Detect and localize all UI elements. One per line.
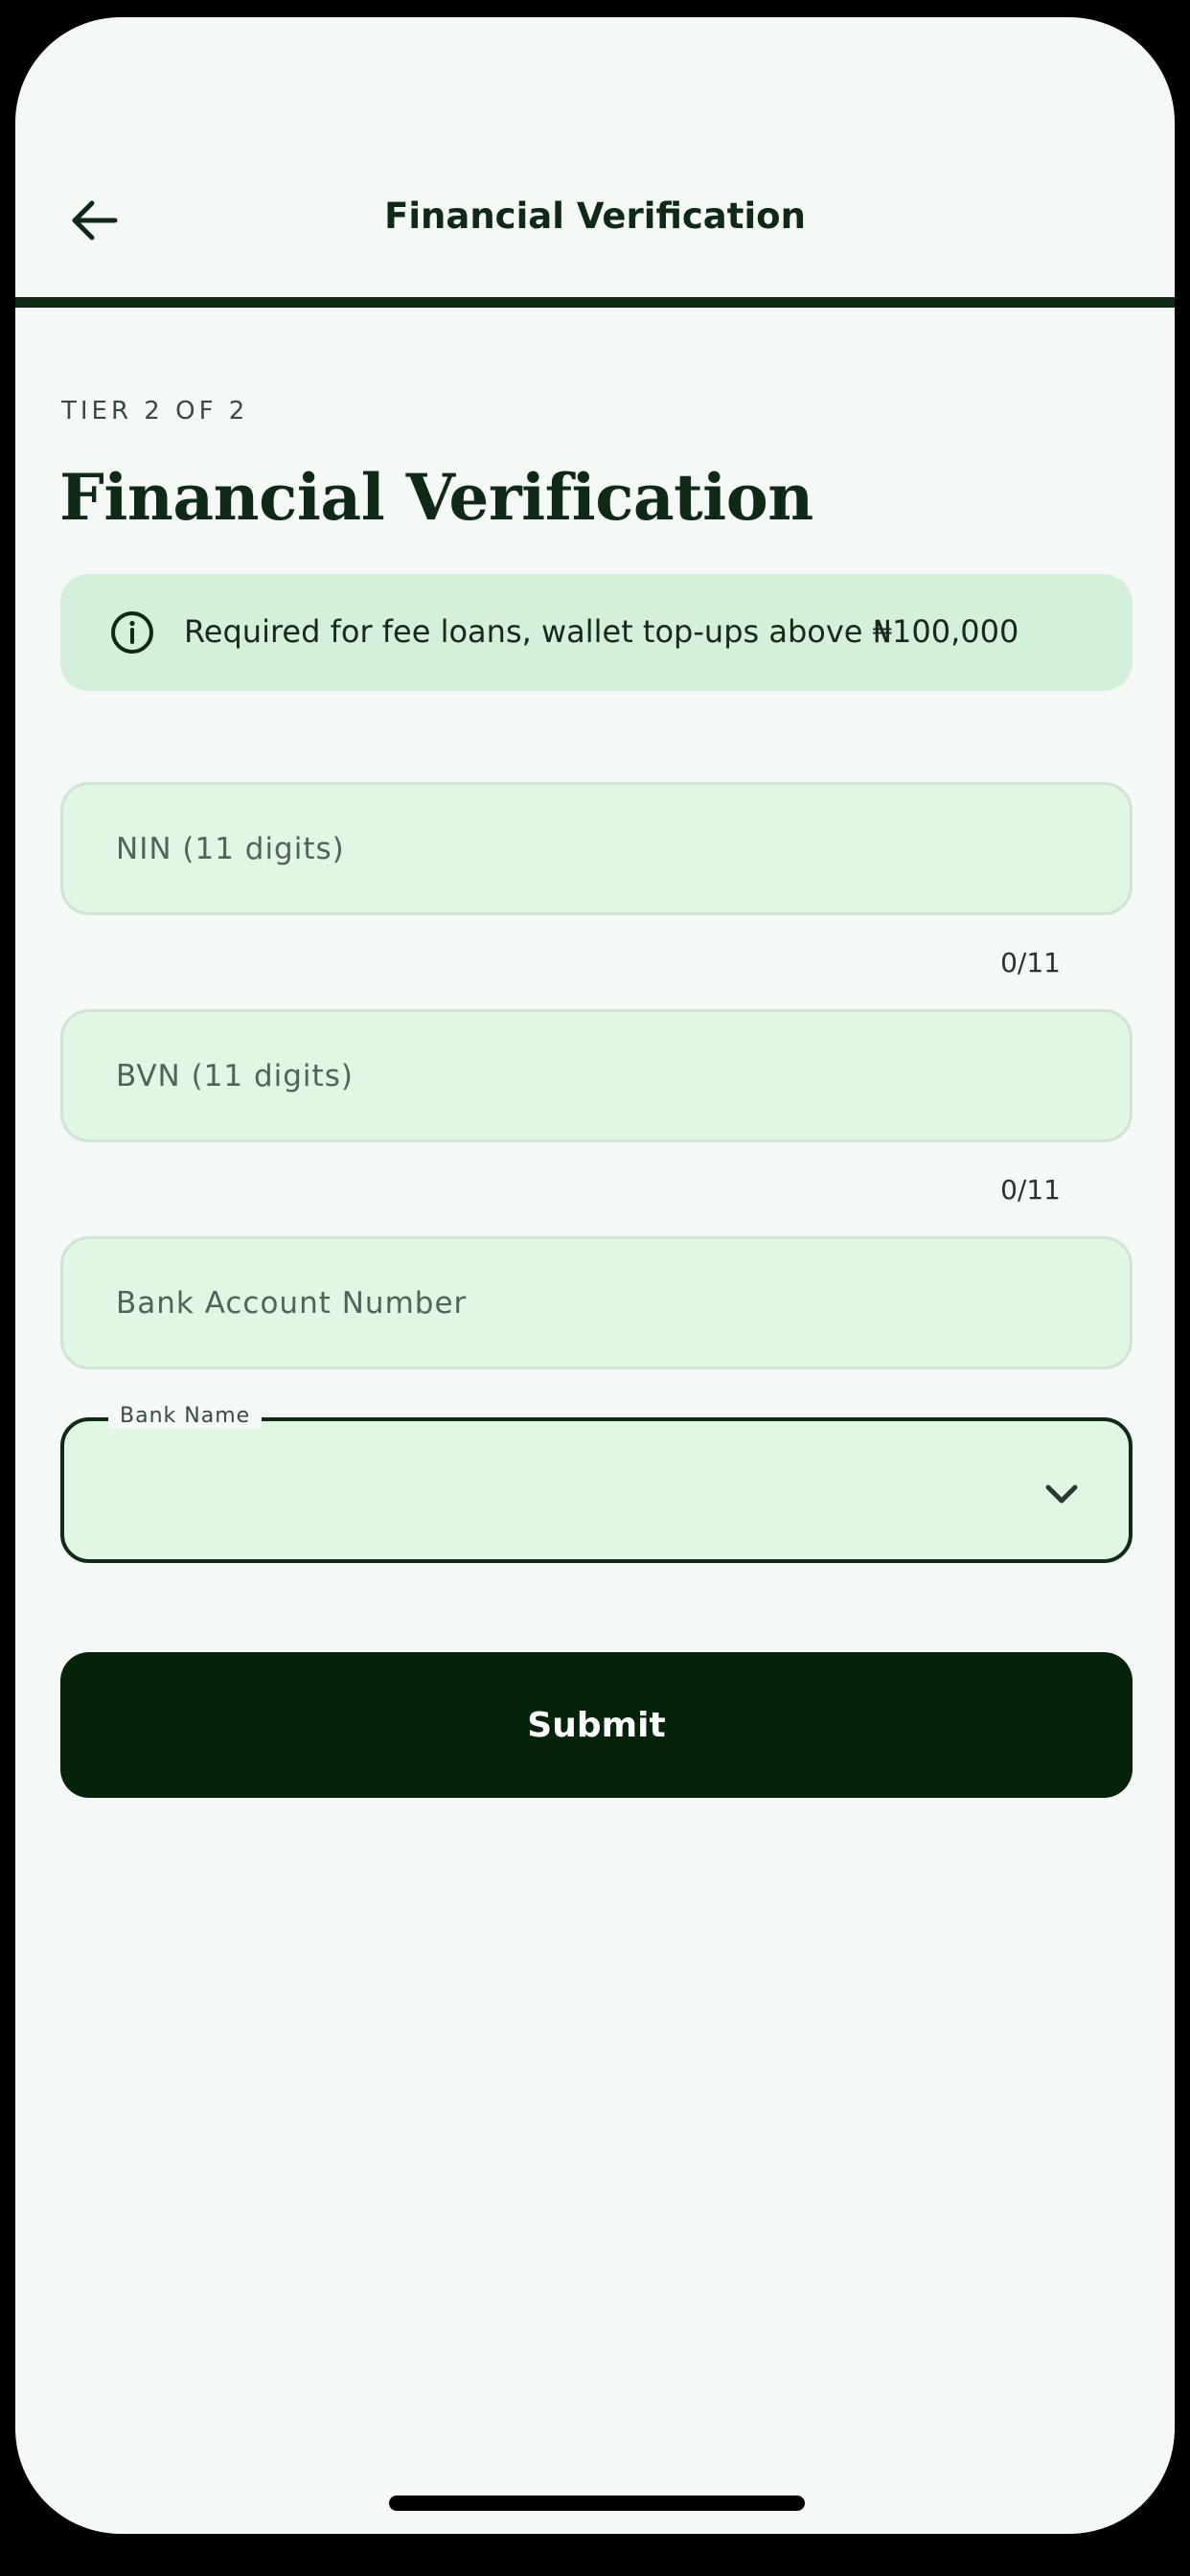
nin-field[interactable] xyxy=(60,782,1133,915)
nin-input[interactable] xyxy=(63,785,1130,912)
app-bar: Financial Verification xyxy=(15,17,1175,299)
app-bar-title: Financial Verification xyxy=(384,196,806,237)
bank-account-input[interactable] xyxy=(63,1239,1130,1367)
bank-account-field[interactable] xyxy=(60,1236,1133,1369)
tier-label: TIER 2 OF 2 xyxy=(61,397,249,426)
info-banner: Required for fee loans, wallet top-ups a… xyxy=(60,574,1133,691)
chevron-down-icon xyxy=(1045,1484,1078,1504)
bank-name-select[interactable]: Bank Name xyxy=(60,1404,1133,1563)
info-circle-icon xyxy=(111,611,153,654)
phone-screen: Financial Verification TIER 2 OF 2 Finan… xyxy=(15,17,1175,2534)
submit-button[interactable]: Submit xyxy=(60,1652,1133,1798)
bvn-char-counter: 0/11 xyxy=(1000,1174,1061,1206)
progress-fill xyxy=(15,297,1175,308)
progress-bar xyxy=(15,297,1175,308)
bank-name-label: Bank Name xyxy=(108,1404,263,1428)
bvn-input[interactable] xyxy=(63,1012,1130,1139)
home-indicator xyxy=(389,2496,805,2511)
bvn-field[interactable] xyxy=(60,1009,1133,1142)
nin-char-counter: 0/11 xyxy=(1000,947,1061,978)
page-title: Financial Verification xyxy=(59,460,813,535)
info-banner-text: Required for fee loans, wallet top-ups a… xyxy=(184,613,1019,650)
